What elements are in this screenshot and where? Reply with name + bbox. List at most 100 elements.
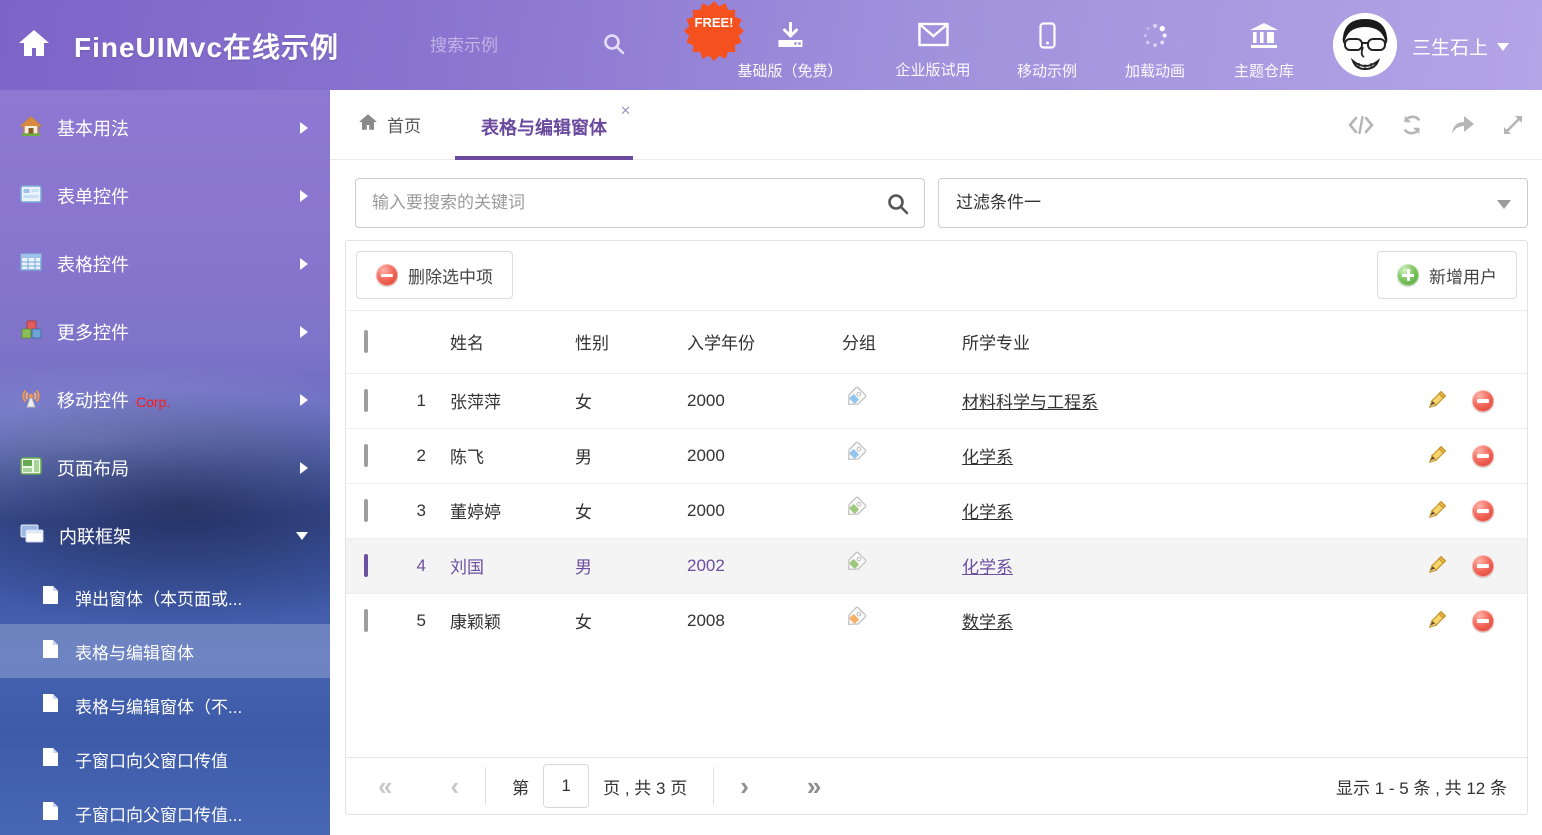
tab-bar: 首页 表格与编辑窗体 ✕ — [330, 90, 1542, 160]
column-header-major[interactable]: 所学专业 — [946, 311, 1409, 373]
nav-basic-edition[interactable]: 基础版（免费） — [737, 22, 842, 81]
sidebar-item-label: 表格控件 — [57, 251, 129, 277]
cell-name: 康颖颖 — [434, 593, 559, 648]
page-number-input[interactable] — [543, 764, 589, 808]
button-label: 新增用户 — [1429, 263, 1497, 288]
column-header-year[interactable]: 入学年份 — [671, 311, 826, 373]
keyword-search-input[interactable] — [372, 179, 872, 227]
chevron-right-icon — [300, 462, 308, 474]
column-header-gender[interactable]: 性别 — [559, 311, 671, 373]
fullscreen-icon[interactable] — [1502, 114, 1524, 141]
header-search-input[interactable] — [430, 30, 580, 62]
sidebar-item-iframe[interactable]: 内联框架 — [0, 502, 330, 570]
user-menu[interactable]: 三生石上 — [1412, 33, 1509, 60]
delete-icon[interactable] — [1472, 445, 1494, 467]
select-all-checkbox[interactable] — [364, 330, 368, 353]
delete-icon[interactable] — [1472, 555, 1494, 577]
active-tab-underline — [455, 156, 633, 160]
free-badge-label: FREE! — [683, 15, 745, 30]
sidebar-item-form-controls[interactable]: 表单控件 — [0, 162, 330, 230]
sidebar-subitem-child-to-parent[interactable]: 子窗口向父窗口传值 — [0, 732, 330, 786]
row-number: 5 — [394, 593, 434, 648]
row-checkbox[interactable] — [364, 389, 368, 412]
nav-loading-animation[interactable]: 加载动画 — [1125, 22, 1185, 81]
cell-year: 2000 — [671, 373, 826, 428]
header-search-icon[interactable] — [602, 32, 626, 61]
edit-icon[interactable] — [1425, 499, 1448, 522]
sidebar-subitem-popup-window[interactable]: 弹出窗体（本页面或... — [0, 570, 330, 624]
cell-gender: 女 — [559, 483, 671, 538]
table-row[interactable]: 1 张萍萍 女 2000 — [346, 373, 1527, 428]
close-icon[interactable]: ✕ — [620, 103, 631, 119]
refresh-icon[interactable] — [1400, 114, 1424, 141]
sidebar-subitem-child-to-parent-2[interactable]: 子窗口向父窗口传值... — [0, 786, 330, 835]
delete-selected-button[interactable]: 删除选中项 — [356, 251, 513, 299]
major-link[interactable]: 材料科学与工程系 — [962, 393, 1098, 412]
cell-name: 陈飞 — [434, 428, 559, 483]
phone-icon — [1038, 22, 1055, 53]
edit-icon[interactable] — [1425, 444, 1448, 467]
cell-gender: 女 — [559, 373, 671, 428]
row-checkbox[interactable] — [364, 609, 368, 632]
nav-mobile-demo[interactable]: 移动示例 — [1017, 22, 1077, 81]
major-link[interactable]: 化学系 — [962, 448, 1013, 467]
home-icon[interactable] — [18, 28, 50, 63]
table-row[interactable]: 4 刘国 男 2002 — [346, 538, 1527, 593]
page-suffix: 页 , 共 3 页 — [603, 774, 687, 799]
tab-label: 首页 — [387, 112, 421, 137]
main-content: 首页 表格与编辑窗体 ✕ — [330, 90, 1542, 835]
column-header-group[interactable]: 分组 — [826, 311, 946, 373]
edit-icon[interactable] — [1425, 609, 1448, 632]
major-link[interactable]: 数学系 — [962, 613, 1013, 632]
nav-theme-store[interactable]: 主题仓库 — [1234, 22, 1294, 81]
sidebar-subitem-label: 子窗口向父窗口传值... — [75, 801, 242, 826]
table-icon — [20, 253, 42, 276]
row-checkbox[interactable] — [364, 554, 368, 577]
next-page-button[interactable]: › — [740, 773, 749, 799]
cell-name: 刘国 — [434, 538, 559, 593]
table-row[interactable]: 5 康颖颖 女 2008 — [346, 593, 1527, 648]
delete-icon[interactable] — [1472, 500, 1494, 522]
sidebar-item-more-controls[interactable]: 更多控件 — [0, 298, 330, 366]
open-new-window-icon[interactable] — [1450, 114, 1476, 141]
last-page-button[interactable]: » — [807, 773, 821, 799]
row-checkbox[interactable] — [364, 499, 368, 522]
major-link[interactable]: 化学系 — [962, 503, 1013, 522]
delete-icon[interactable] — [1472, 390, 1494, 412]
search-icon[interactable] — [886, 192, 910, 221]
row-number: 4 — [394, 538, 434, 593]
prev-page-button[interactable]: ‹ — [450, 773, 459, 799]
first-page-button[interactable]: « — [378, 773, 392, 799]
edit-icon[interactable] — [1425, 389, 1448, 412]
source-code-icon[interactable] — [1348, 114, 1374, 141]
sidebar-item-label: 更多控件 — [57, 319, 129, 345]
cell-year: 2000 — [671, 428, 826, 483]
keyword-search-box — [355, 178, 925, 228]
major-link[interactable]: 化学系 — [962, 558, 1013, 577]
row-checkbox[interactable] — [364, 444, 368, 467]
grid-toolbar: 删除选中项 新增用户 — [346, 241, 1527, 311]
filter-dropdown[interactable]: 过滤条件一 — [938, 178, 1528, 228]
column-header-name[interactable]: 姓名 — [434, 311, 559, 373]
cell-year: 2000 — [671, 483, 826, 538]
delete-icon[interactable] — [1472, 610, 1494, 632]
sidebar-item-label: 内联框架 — [59, 523, 131, 549]
table-row[interactable]: 2 陈飞 男 2000 — [346, 428, 1527, 483]
tab-home[interactable]: 首页 — [358, 112, 421, 137]
add-user-button[interactable]: 新增用户 — [1377, 251, 1517, 299]
free-badge[interactable]: FREE! — [683, 0, 745, 62]
sidebar-subitem-grid-edit-window-2[interactable]: 表格与编辑窗体（不... — [0, 678, 330, 732]
sidebar-item-basic-usage[interactable]: 基本用法 — [0, 94, 330, 162]
table-row[interactable]: 3 董婷婷 女 2000 — [346, 483, 1527, 538]
tag-icon — [842, 396, 868, 415]
sidebar-item-grid-controls[interactable]: 表格控件 — [0, 230, 330, 298]
sidebar-item-page-layout[interactable]: 页面布局 — [0, 434, 330, 502]
row-number: 1 — [394, 373, 434, 428]
edit-icon[interactable] — [1425, 554, 1448, 577]
chevron-down-icon — [1497, 200, 1511, 209]
user-avatar[interactable] — [1333, 13, 1397, 77]
tab-grid-edit-window[interactable]: 表格与编辑窗体 ✕ — [455, 90, 633, 160]
nav-enterprise-trial[interactable]: 企业版试用 — [895, 22, 970, 80]
sidebar-item-mobile-controls[interactable]: 移动控件 Corp. — [0, 366, 330, 434]
sidebar-subitem-grid-edit-window[interactable]: 表格与编辑窗体 — [0, 624, 330, 678]
